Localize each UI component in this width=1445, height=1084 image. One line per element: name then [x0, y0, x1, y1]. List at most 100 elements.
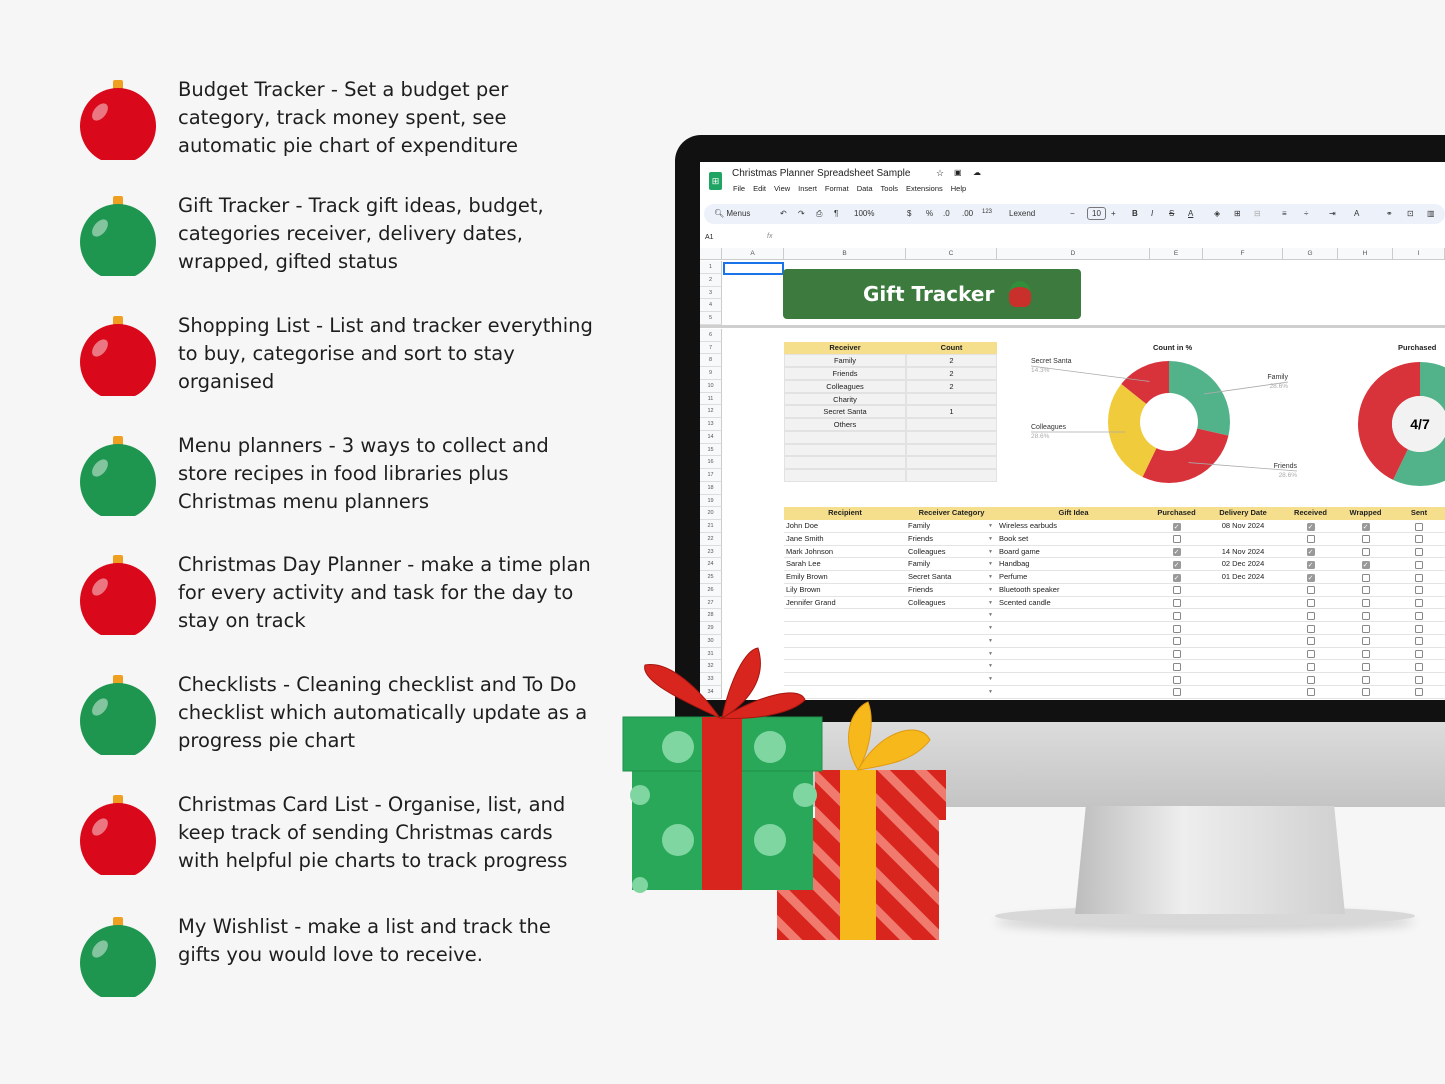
purchased-checkbox[interactable]: [1172, 586, 1181, 595]
purchased-checkbox[interactable]: [1172, 599, 1181, 607]
sent-checkbox[interactable]: [1415, 637, 1423, 646]
sent-checkbox[interactable]: [1415, 611, 1423, 620]
idea-cell[interactable]: Book set: [999, 533, 1148, 546]
received-checkbox[interactable]: [1306, 675, 1315, 684]
received-checkbox[interactable]: ✓: [1306, 548, 1315, 556]
purchased-checkbox[interactable]: [1172, 637, 1181, 646]
received-checkbox[interactable]: ✓: [1306, 573, 1315, 582]
category-cell[interactable]: Friends: [908, 533, 995, 546]
received-checkbox[interactable]: [1306, 599, 1315, 607]
recipient-cell[interactable]: Jane Smith: [786, 533, 904, 546]
purchased-checkbox[interactable]: [1172, 675, 1181, 684]
category-cell[interactable]: Secret Santa: [908, 571, 995, 584]
category-dropdown-icon[interactable]: ▼: [988, 549, 993, 555]
date-cell[interactable]: 01 Dec 2024: [1205, 571, 1281, 584]
purchased-checkbox[interactable]: ✓: [1172, 560, 1181, 569]
recipient-cell[interactable]: John Doe: [786, 520, 904, 533]
purchased-checkbox[interactable]: ✓: [1172, 548, 1181, 556]
received-checkbox[interactable]: [1306, 650, 1315, 658]
wrapped-checkbox[interactable]: [1361, 573, 1370, 582]
sent-checkbox[interactable]: [1415, 573, 1423, 582]
wrapped-checkbox[interactable]: [1361, 650, 1370, 658]
purchased-checkbox[interactable]: [1172, 688, 1181, 697]
wrapped-checkbox[interactable]: [1361, 637, 1370, 646]
purchased-checkbox[interactable]: [1172, 535, 1181, 544]
sent-checkbox[interactable]: [1415, 599, 1423, 607]
wrapped-checkbox[interactable]: [1361, 548, 1370, 556]
received-checkbox[interactable]: [1306, 586, 1315, 595]
wrapped-checkbox[interactable]: [1361, 624, 1370, 633]
wrapped-checkbox[interactable]: [1361, 688, 1370, 697]
recipient-cell[interactable]: Mark Johnson: [786, 546, 904, 559]
purchased-checkbox[interactable]: [1172, 662, 1181, 671]
sent-checkbox[interactable]: [1415, 586, 1423, 595]
gift-header: Receiver Category: [906, 507, 997, 520]
received-checkbox[interactable]: [1306, 535, 1315, 544]
purchased-checkbox[interactable]: [1172, 650, 1181, 658]
wrapped-checkbox[interactable]: [1361, 675, 1370, 684]
recipient-cell[interactable]: Sarah Lee: [786, 558, 904, 571]
idea-cell[interactable]: Handbag: [999, 558, 1148, 571]
wrapped-checkbox[interactable]: [1361, 611, 1370, 620]
purchased-checkbox[interactable]: [1172, 611, 1181, 620]
wrapped-checkbox[interactable]: [1361, 599, 1370, 607]
category-dropdown-icon[interactable]: ▼: [988, 600, 993, 606]
purchased-checkbox[interactable]: ✓: [1172, 522, 1181, 531]
category-dropdown-icon[interactable]: ▼: [988, 651, 993, 657]
category-dropdown-icon[interactable]: ▼: [988, 663, 993, 669]
recipient-cell[interactable]: Lily Brown: [786, 584, 904, 597]
category-cell[interactable]: Family: [908, 520, 995, 533]
date-cell[interactable]: 08 Nov 2024: [1205, 520, 1281, 533]
received-checkbox[interactable]: [1306, 662, 1315, 671]
received-checkbox[interactable]: [1306, 624, 1315, 633]
sent-checkbox[interactable]: [1415, 688, 1423, 697]
category-dropdown-icon[interactable]: ▼: [988, 536, 993, 542]
category-dropdown-icon[interactable]: ▼: [988, 638, 993, 644]
wrapped-checkbox[interactable]: [1361, 662, 1370, 671]
category-dropdown-icon[interactable]: ▼: [988, 561, 993, 567]
wrapped-checkbox[interactable]: ✓: [1361, 522, 1370, 531]
category-dropdown-icon[interactable]: ▼: [988, 676, 993, 682]
sent-checkbox[interactable]: [1415, 535, 1423, 544]
slice-percent: 14.3%: [1031, 367, 1050, 374]
wrapped-checkbox[interactable]: [1361, 535, 1370, 544]
sent-checkbox[interactable]: [1415, 675, 1423, 684]
idea-cell[interactable]: Bluetooth speaker: [999, 584, 1148, 597]
recipient-cell[interactable]: Jennifer Grand: [786, 597, 904, 610]
category-dropdown-icon[interactable]: ▼: [988, 689, 993, 695]
idea-cell[interactable]: Scented candle: [999, 597, 1148, 610]
gift-row: [784, 609, 1445, 622]
feature-text: Gift Tracker - Track gift ideas, budget,…: [178, 194, 544, 273]
category-dropdown-icon[interactable]: ▼: [988, 574, 993, 580]
idea-cell[interactable]: Perfume: [999, 571, 1148, 584]
idea-cell[interactable]: Wireless earbuds: [999, 520, 1148, 533]
category-dropdown-icon[interactable]: ▼: [988, 587, 993, 593]
sent-checkbox[interactable]: [1415, 548, 1423, 556]
sent-checkbox[interactable]: [1415, 662, 1423, 671]
sent-checkbox[interactable]: [1415, 522, 1423, 531]
recipient-cell[interactable]: Emily Brown: [786, 571, 904, 584]
idea-cell[interactable]: Board game: [999, 546, 1148, 559]
received-checkbox[interactable]: ✓: [1306, 522, 1315, 531]
received-checkbox[interactable]: [1306, 611, 1315, 620]
category-cell[interactable]: Colleagues: [908, 546, 995, 559]
category-cell[interactable]: Family: [908, 558, 995, 571]
category-dropdown-icon[interactable]: ▼: [988, 612, 993, 618]
received-checkbox[interactable]: ✓: [1306, 560, 1315, 569]
sent-checkbox[interactable]: [1415, 560, 1423, 569]
category-cell[interactable]: Friends: [908, 584, 995, 597]
date-cell[interactable]: 14 Nov 2024: [1205, 546, 1281, 559]
sent-checkbox[interactable]: [1415, 624, 1423, 633]
wrapped-checkbox[interactable]: ✓: [1361, 560, 1370, 569]
purchased-checkbox[interactable]: ✓: [1172, 573, 1181, 582]
category-dropdown-icon[interactable]: ▼: [988, 625, 993, 631]
sent-checkbox[interactable]: [1415, 650, 1423, 658]
gift-header: Gift Idea: [997, 507, 1150, 520]
category-dropdown-icon[interactable]: ▼: [988, 523, 993, 529]
wrapped-checkbox[interactable]: [1361, 586, 1370, 595]
date-cell[interactable]: 02 Dec 2024: [1205, 558, 1281, 571]
received-checkbox[interactable]: [1306, 688, 1315, 697]
purchased-checkbox[interactable]: [1172, 624, 1181, 633]
category-cell[interactable]: Colleagues: [908, 597, 995, 610]
received-checkbox[interactable]: [1306, 637, 1315, 646]
